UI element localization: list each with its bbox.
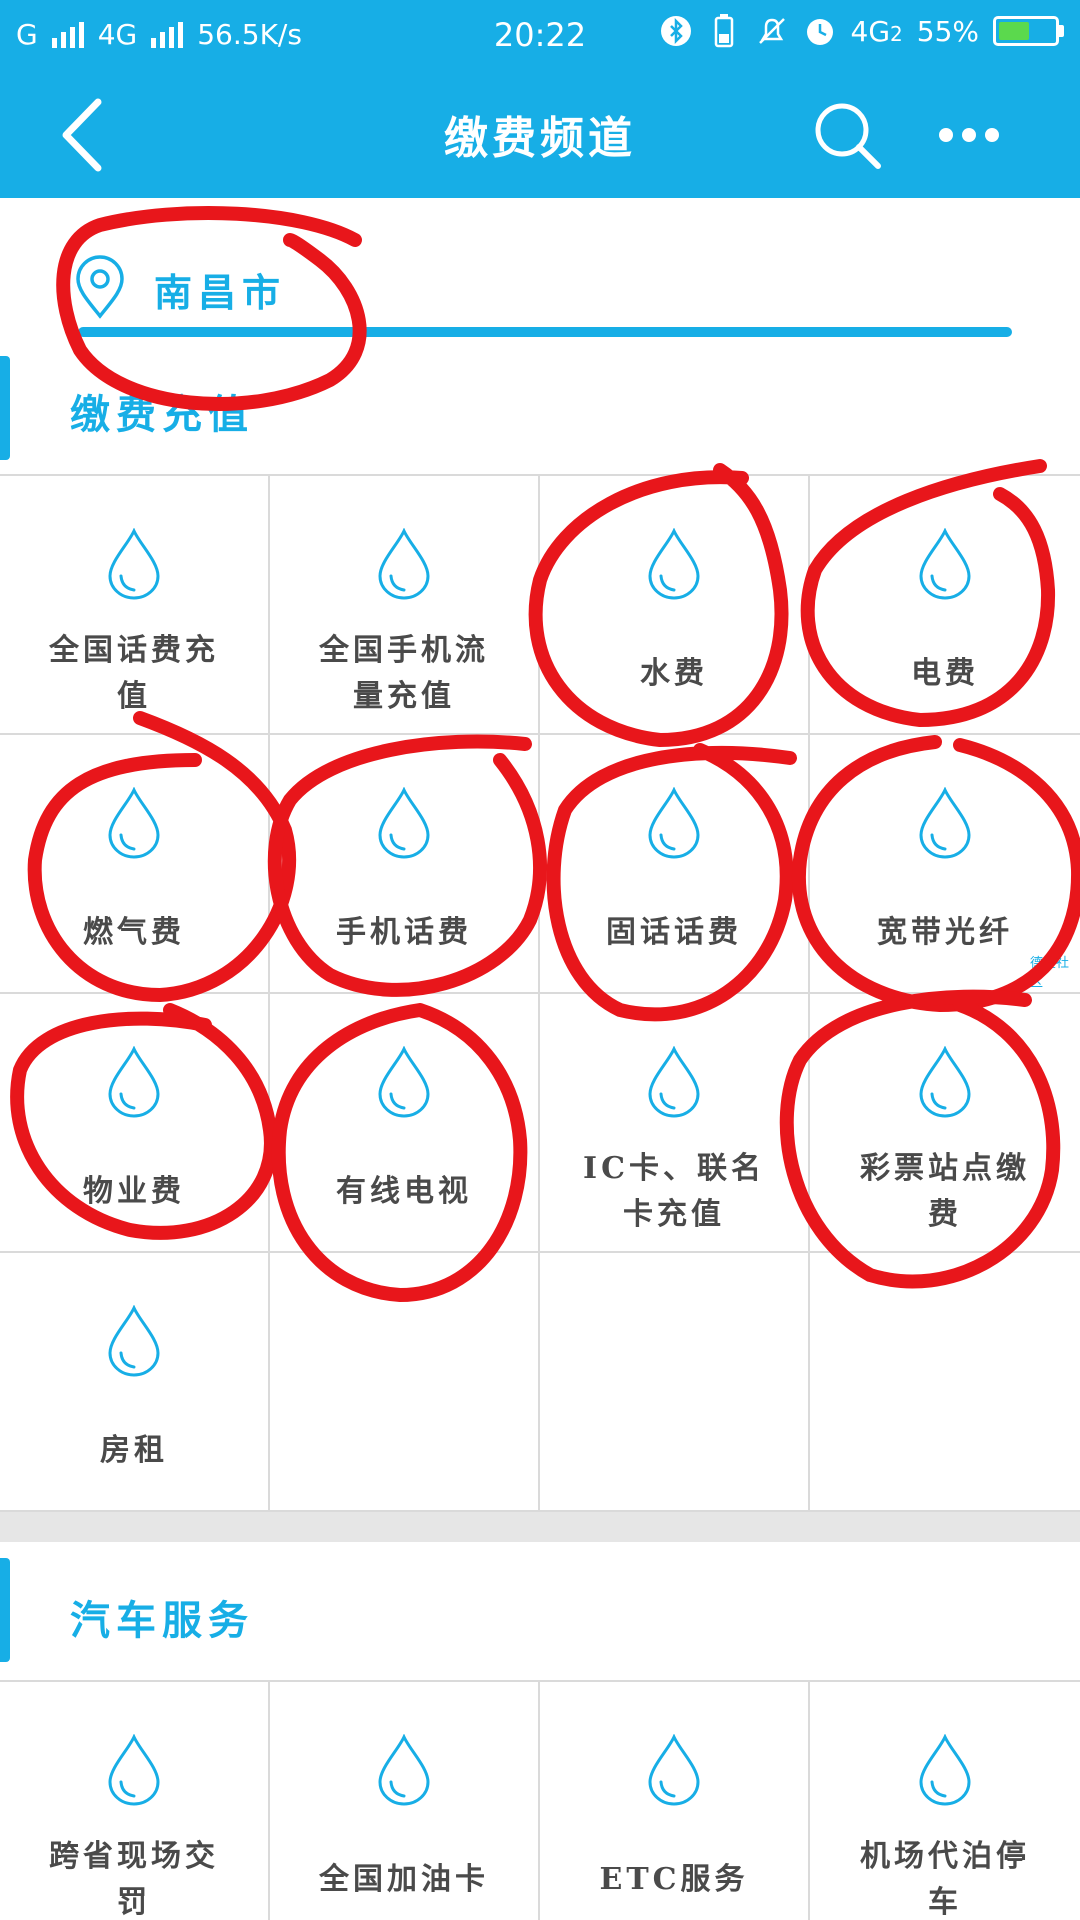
water-drop-icon — [915, 527, 975, 600]
location-pin-icon — [74, 255, 126, 323]
top-bar: G 4G 56.5K/s 20:22 4G2 55% 缴费频道 — [0, 0, 1080, 198]
grid-item-label: IC卡、联名卡充值 — [583, 1151, 765, 1232]
network-type: 4G2 — [851, 15, 903, 48]
grid-item-label: 全国手机流量充值 — [319, 633, 489, 714]
nav-bar: 缴费频道 — [0, 72, 1080, 198]
grid-item-label: 燃气费 — [83, 915, 185, 950]
status-bar: G 4G 56.5K/s 20:22 4G2 55% — [0, 0, 1080, 72]
section-accent-bar — [0, 356, 10, 460]
water-drop-icon — [644, 1045, 704, 1118]
grid-empty-cell — [810, 1253, 1080, 1512]
grid-item[interactable]: 全国话费充值 — [0, 476, 270, 735]
more-dots-icon[interactable] — [938, 120, 1000, 150]
grid-item[interactable]: 房租 — [0, 1253, 270, 1512]
water-drop-icon — [104, 786, 164, 859]
grid-empty-cell — [540, 1253, 810, 1512]
water-drop-icon — [644, 527, 704, 600]
water-drop-icon — [374, 786, 434, 859]
water-drop-icon — [644, 1733, 704, 1806]
network-label: 4G — [850, 14, 891, 48]
search-icon[interactable] — [812, 100, 884, 172]
payment-grid: 全国话费充值 全国手机流量充值 水费 电费燃气费 手机话费 固话话费 宽带光纤物业费 有线电视… — [0, 474, 1080, 1512]
battery-percent: 55% — [916, 14, 979, 48]
grid-item[interactable]: 全国手机流量充值 — [270, 476, 540, 735]
location-selector[interactable]: 南昌市 — [74, 254, 286, 324]
section-accent-bar — [0, 1558, 10, 1662]
grid-item-label: 跨省现场交罚 — [49, 1839, 219, 1920]
alarm-icon — [803, 14, 837, 48]
grid-item-label: 手机话费 — [336, 915, 472, 950]
water-drop-icon — [915, 1045, 975, 1118]
grid-item[interactable]: 电费 — [810, 476, 1080, 735]
water-drop-icon — [104, 527, 164, 600]
location-underline — [78, 327, 1012, 337]
grid-item[interactable]: ETC服务 — [540, 1682, 810, 1920]
section-header-car: 汽车服务 — [0, 1542, 1080, 1682]
grid-item-label: 有线电视 — [336, 1174, 472, 1209]
water-drop-icon — [104, 1304, 164, 1377]
grid-item-label: 房租 — [100, 1433, 168, 1468]
phone-battery-icon — [707, 14, 741, 48]
grid-item-label: 全国加油卡 — [319, 1862, 489, 1897]
section-header-payment: 缴费充值 — [0, 352, 1080, 472]
bluetooth-icon — [659, 14, 693, 48]
grid-item-label: 宽带光纤 — [877, 915, 1013, 950]
grid-item-label: 机场代泊停车 — [860, 1839, 1030, 1920]
water-drop-icon — [374, 1045, 434, 1118]
grid-item[interactable]: 彩票站点缴费 — [810, 994, 1080, 1253]
grid-item-label: 固话话费 — [606, 915, 742, 950]
battery-icon — [993, 16, 1064, 46]
mute-bell-icon — [755, 14, 789, 48]
section-title: 缴费充值 — [70, 391, 254, 438]
grid-item-label: 全国话费充值 — [49, 633, 219, 714]
grid-item[interactable]: 有线电视 — [270, 994, 540, 1253]
ad-tag: 德星社区 — [1030, 956, 1070, 990]
water-drop-icon — [374, 1733, 434, 1806]
water-drop-icon — [915, 786, 975, 859]
grid-item[interactable]: 机场代泊停车 — [810, 1682, 1080, 1920]
water-drop-icon — [644, 786, 704, 859]
car-service-grid: 跨省现场交罚 全国加油卡 ETC服务 机场代泊停车 — [0, 1680, 1080, 1920]
sim-label: 2 — [890, 21, 903, 46]
section-divider — [0, 1512, 1080, 1542]
location-city: 南昌市 — [154, 269, 287, 315]
water-drop-icon — [104, 1733, 164, 1806]
grid-item[interactable]: 手机话费 — [270, 735, 540, 994]
water-drop-icon — [374, 527, 434, 600]
grid-item[interactable]: 全国加油卡 — [270, 1682, 540, 1920]
grid-empty-cell — [270, 1253, 540, 1512]
grid-item[interactable]: IC卡、联名卡充值 — [540, 994, 810, 1253]
grid-item[interactable]: 固话话费 — [540, 735, 810, 994]
section-title: 汽车服务 — [70, 1597, 254, 1644]
grid-item-label: 彩票站点缴费 — [860, 1151, 1030, 1232]
page-title: 缴费频道 — [444, 113, 636, 164]
grid-item-label: 物业费 — [83, 1174, 185, 1209]
grid-item-label: 水费 — [640, 656, 708, 691]
grid-item[interactable]: 燃气费 — [0, 735, 270, 994]
water-drop-icon — [915, 1733, 975, 1806]
grid-item-label: 电费 — [911, 656, 979, 691]
grid-item[interactable]: 水费 — [540, 476, 810, 735]
status-right: 4G2 55% — [659, 14, 1064, 48]
grid-item[interactable]: 跨省现场交罚 — [0, 1682, 270, 1920]
water-drop-icon — [104, 1045, 164, 1118]
grid-item[interactable]: 物业费 — [0, 994, 270, 1253]
grid-item-label: ETC服务 — [599, 1862, 749, 1897]
